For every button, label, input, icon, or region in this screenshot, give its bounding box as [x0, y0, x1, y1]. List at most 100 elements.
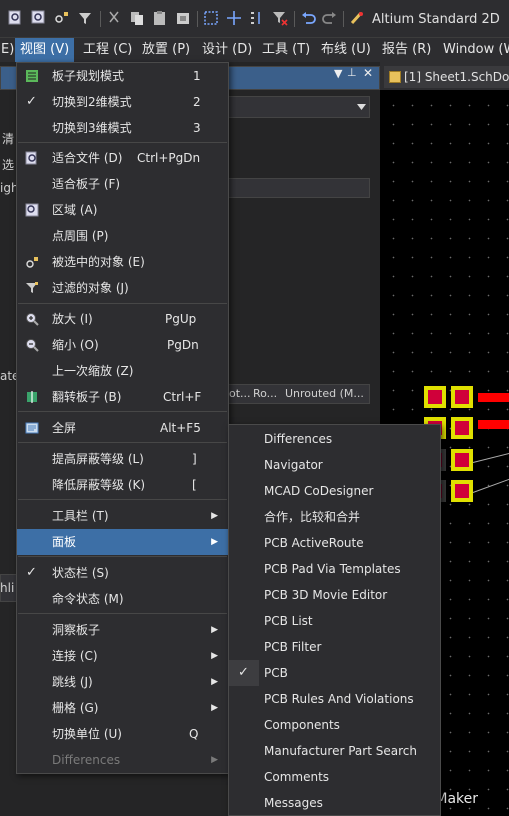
panel-dropdown[interactable] [228, 96, 370, 118]
menu-reports[interactable]: 报告 (R) [377, 38, 436, 62]
align-icon[interactable] [249, 10, 265, 26]
panel-menu-item[interactable]: Manufacturer Part Search [229, 738, 440, 764]
component-pad[interactable] [424, 386, 446, 408]
menu-item-label: 切换单位 (U) [52, 727, 122, 741]
view-menu-item[interactable]: 命令状态 (M) [17, 586, 228, 612]
tab-label: [1] Sheet1.SchDoc [404, 70, 509, 84]
view-menu-item[interactable]: 翻转板子 (B) Ctrl+F [17, 384, 228, 410]
view-menu-item[interactable]: 过滤的对象 (J) [17, 275, 228, 301]
view-menu-item[interactable]: 栅格 (G) ▶ [17, 695, 228, 721]
panel-menu-item[interactable]: 合作，比较和合并 [229, 504, 440, 530]
view-menu-item[interactable]: 面板 ▶ [17, 529, 228, 555]
view-menu-item[interactable]: ✓ 状态栏 (S) [17, 560, 228, 586]
tab-sheet1-schdoc[interactable]: [1] Sheet1.SchDoc [384, 66, 509, 88]
menu-item-label: 连接 (C) [52, 649, 98, 663]
view-menu-item[interactable]: 工具栏 (T) ▶ [17, 503, 228, 529]
component-pad[interactable] [451, 449, 473, 471]
chevron-down-icon [357, 104, 366, 110]
view-config-icon[interactable] [349, 10, 365, 26]
view-menu-item[interactable]: 上一次缩放 (Z) [17, 358, 228, 384]
view-menu-item[interactable]: 板子规划模式 1 [17, 63, 228, 89]
menu-item-label: 板子规划模式 [52, 69, 125, 83]
rubber-stamp-icon[interactable] [175, 10, 191, 26]
view-menu-item[interactable]: 切换单位 (U) Q [17, 721, 228, 747]
column-header[interactable]: Ro... [253, 387, 277, 400]
menu-item-label: Manufacturer Part Search [264, 744, 417, 758]
panel-menu-item[interactable]: MCAD CoDesigner [229, 478, 440, 504]
paste-icon[interactable] [152, 10, 168, 26]
view-menu-item[interactable]: 适合板子 (F) [17, 171, 228, 197]
panel-menu-item[interactable]: Comments [229, 764, 440, 790]
panel-menu-item[interactable]: Messages [229, 790, 440, 816]
panel-menu-item[interactable]: PCB ActiveRoute [229, 530, 440, 556]
view-menu-item[interactable]: 放大 (I) PgUp [17, 306, 228, 332]
menu-item-label: 洞察板子 [52, 623, 101, 637]
menu-item-shortcut: PgDn [167, 338, 199, 352]
menu-tools[interactable]: 工具 (T) [257, 38, 315, 62]
menu-item-label: 被选中的对象 (E) [52, 255, 145, 269]
zoom-document-icon[interactable] [8, 10, 24, 26]
panel-menu-item[interactable]: PCB Pad Via Templates [229, 556, 440, 582]
clear-filter-icon[interactable] [272, 10, 288, 26]
view-menu-item[interactable]: 被选中的对象 (E) [17, 249, 228, 275]
document-tabbar: [1] Sheet1.SchDoc [380, 62, 509, 90]
menu-window[interactable]: Window (W [438, 38, 509, 62]
menu-item-label: 适合文件 (D) [52, 151, 123, 165]
menu-place[interactable]: 放置 (P) [137, 38, 195, 62]
panel-menu-item[interactable]: PCB Filter [229, 634, 440, 660]
menu-item-label: PCB Rules And Violations [264, 692, 414, 706]
view-menu-item[interactable]: 点周围 (P) [17, 223, 228, 249]
menu-route[interactable]: 布线 (U) [316, 38, 376, 62]
menubar: E) 视图 (V) 工程 (C) 放置 (P) 设计 (D) 工具 (T) 布线… [0, 38, 509, 62]
pin-icon[interactable]: ⊥ [347, 66, 357, 79]
menu-item-label: 工具栏 (T) [52, 509, 109, 523]
close-icon[interactable]: ✕ [363, 66, 373, 80]
panel-menu-item[interactable]: PCB List [229, 608, 440, 634]
menu-item-label: 点周围 (P) [52, 229, 109, 243]
menu-item-label: 翻转板子 (B) [52, 390, 122, 404]
panel-fragment: hli [0, 581, 15, 595]
view-menu-item[interactable]: 洞察板子 ▶ [17, 617, 228, 643]
cut-icon[interactable] [106, 10, 122, 26]
panel-menu-icon[interactable]: ▼ [334, 67, 342, 80]
view-mode-select[interactable]: Altium Standard 2D [372, 12, 500, 27]
view-menu-item[interactable]: 连接 (C) ▶ [17, 643, 228, 669]
menu-item-label: 区域 (A) [52, 203, 98, 217]
panel-menu-item[interactable]: Differences [229, 426, 440, 452]
component-pad[interactable] [451, 480, 473, 502]
menu-design[interactable]: 设计 (D) [197, 38, 257, 62]
panel-menu-item[interactable]: PCB Rules And Violations [229, 686, 440, 712]
view-menu-item[interactable]: 提高屏蔽等级 (L)] [17, 446, 228, 472]
move-icon[interactable] [226, 10, 242, 26]
zoom-filtered-icon[interactable] [77, 10, 93, 26]
undo-icon[interactable] [300, 10, 316, 26]
panel-menu-item[interactable]: Navigator [229, 452, 440, 478]
view-menu-item[interactable]: 降低屏蔽等级 (K) [ [17, 472, 228, 498]
menu-view[interactable]: 视图 (V) [15, 38, 74, 62]
component-pad[interactable] [451, 417, 473, 439]
view-menu-item[interactable]: 跳线 (J) ▶ [17, 669, 228, 695]
menu-item-shortcut: ] [192, 452, 197, 466]
zoom-selected-icon[interactable] [54, 10, 70, 26]
view-menu-item[interactable]: 缩小 (O) PgDn [17, 332, 228, 358]
menu-item-label: PCB ActiveRoute [264, 536, 364, 550]
zoom-area-icon[interactable] [31, 10, 47, 26]
view-menu-item[interactable]: 适合文件 (D) Ctrl+PgDn [17, 145, 228, 171]
select-area-icon[interactable] [203, 10, 219, 26]
view-menu-item[interactable]: ✓ 切换到2维模式 2 [17, 89, 228, 115]
menu-item-label: 切换到3维模式 [52, 121, 132, 135]
copy-icon[interactable] [129, 10, 145, 26]
view-menu-item[interactable]: 全屏 Alt+F5 [17, 415, 228, 441]
panel-menu-item[interactable]: ✓ PCB [229, 660, 440, 686]
menu-item-label: PCB List [264, 614, 313, 628]
column-header[interactable]: ot... [229, 387, 251, 400]
menu-item-label: PCB 3D Movie Editor [264, 588, 388, 602]
panel-menu-item[interactable]: PCB 3D Movie Editor [229, 582, 440, 608]
redo-icon[interactable] [322, 10, 338, 26]
menu-project[interactable]: 工程 (C) [78, 38, 137, 62]
component-pad[interactable] [451, 386, 473, 408]
panel-menu-item[interactable]: Components [229, 712, 440, 738]
view-menu-item[interactable]: 区域 (A) [17, 197, 228, 223]
view-menu-item[interactable]: 切换到3维模式 3 [17, 115, 228, 141]
column-header[interactable]: Unrouted (M... [285, 387, 364, 400]
